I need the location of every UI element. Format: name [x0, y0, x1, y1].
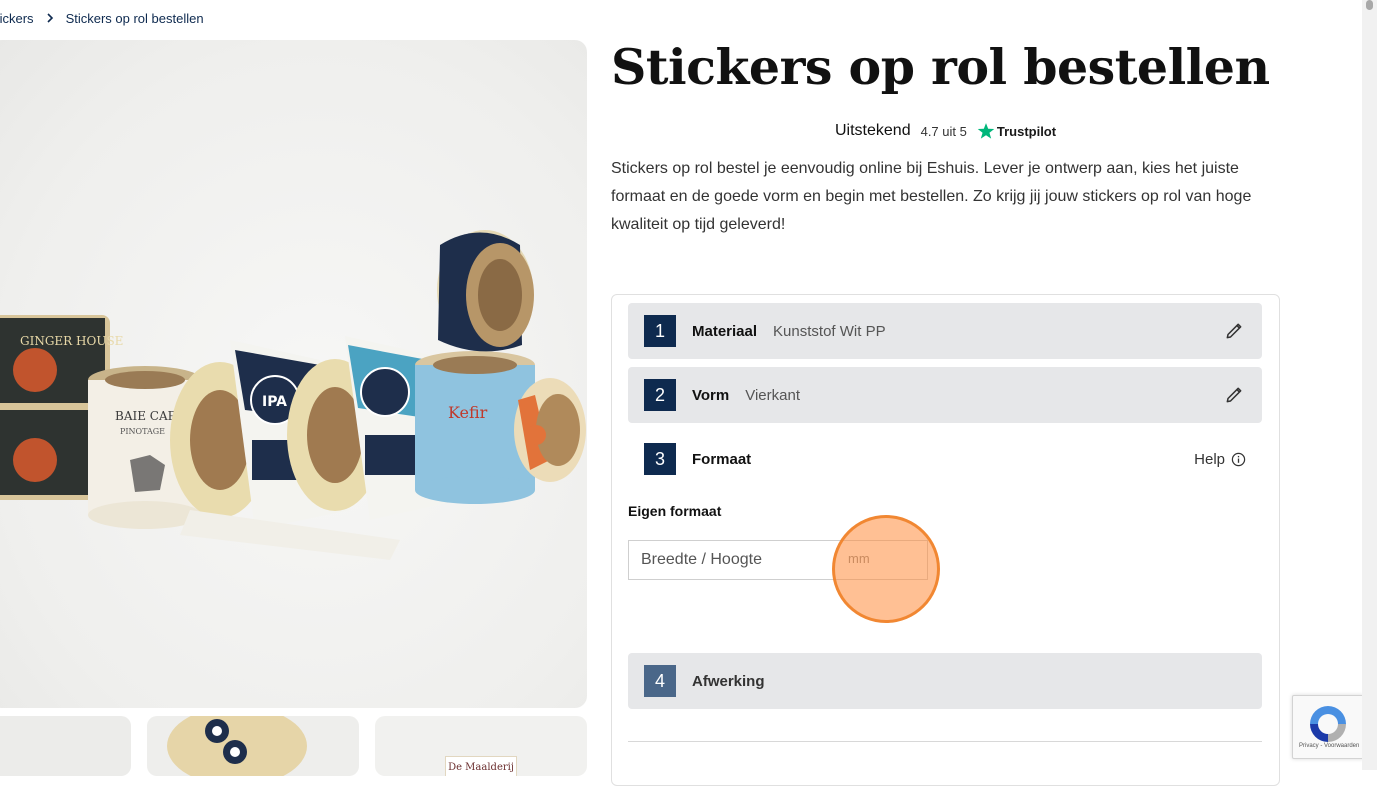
thumbnail-label: De Maalderij — [445, 756, 517, 776]
pencil-icon[interactable] — [1224, 385, 1244, 405]
star-icon — [977, 123, 995, 139]
thumbnail-2[interactable] — [147, 716, 359, 776]
kefir-label: Kefir — [448, 403, 488, 422]
step-number: 1 — [644, 315, 676, 347]
step-materiaal[interactable]: 1 Materiaal Kunststof Wit PP — [628, 303, 1262, 359]
step-value: Vierkant — [745, 386, 800, 404]
help-label: Help — [1194, 450, 1225, 468]
info-icon — [1231, 452, 1246, 466]
pencil-icon[interactable] — [1224, 321, 1244, 341]
product-description: Stickers op rol bestel je eenvoudig onli… — [611, 160, 1252, 233]
breadcrumb: tickers Stickers op rol bestellen — [0, 9, 204, 27]
thumbnail-roll-image — [167, 716, 307, 776]
step-number: 3 — [644, 443, 676, 475]
help-link[interactable]: Help — [1194, 431, 1246, 487]
page-scrollbar[interactable] — [1362, 0, 1377, 770]
rating-word: Uitstekend — [835, 122, 911, 139]
breadcrumb-link-stickers[interactable]: tickers — [0, 11, 34, 26]
divider — [628, 741, 1262, 742]
baie-cap-label: BAIE CAP — [115, 409, 176, 423]
ipa-label-1: IPA — [262, 394, 287, 410]
recaptcha-icon — [1310, 706, 1346, 742]
thumbnail-3[interactable]: De Maalderij — [375, 716, 587, 776]
custom-size-heading: Eigen formaat — [628, 503, 722, 519]
width-height-input[interactable] — [629, 540, 843, 580]
step-vorm[interactable]: 2 Vorm Vierkant — [628, 367, 1262, 423]
product-image[interactable]: GINGER HOUSE BAIE CAP PINOTAGE IPA Kefir — [0, 40, 587, 708]
step-value: Kunststof Wit PP — [773, 322, 886, 340]
recaptcha-links[interactable]: Privacy - Voorwaarden — [1299, 743, 1359, 749]
pinotage-label: PINOTAGE — [120, 427, 165, 436]
step-afwerking[interactable]: 4 Afwerking — [628, 653, 1262, 709]
rating-score: 4.7 uit 5 — [920, 123, 967, 139]
step-label: Afwerking — [692, 672, 765, 690]
click-marker — [832, 515, 940, 623]
thumbnail-1[interactable] — [0, 716, 131, 776]
breadcrumb-current: Stickers op rol bestellen — [65, 10, 204, 26]
step-label: Formaat — [692, 450, 752, 468]
step-number: 4 — [644, 665, 676, 697]
step-label: Vorm — [692, 386, 730, 404]
sticker-rolls-illustration: GINGER HOUSE BAIE CAP PINOTAGE IPA Kefir — [0, 230, 586, 560]
trustpilot-logo: Trustpilot — [977, 122, 1056, 140]
step-label: Materiaal — [692, 322, 758, 340]
scrollbar-thumb[interactable] — [1366, 0, 1373, 10]
recaptcha-badge[interactable]: Privacy - Voorwaarden — [1292, 695, 1364, 759]
trustpilot-rating[interactable]: Uitstekend 4.7 uit 5 Trustpilot — [835, 120, 1056, 142]
ginger-house-label: GINGER HOUSE — [20, 334, 123, 348]
chevron-right-icon — [40, 11, 60, 26]
page-title: Stickers op rol bestellen — [611, 38, 1270, 96]
trustpilot-text: Trustpilot — [996, 123, 1057, 139]
step-formaat[interactable]: 3 Formaat Help — [628, 431, 1262, 487]
step-number: 2 — [644, 379, 676, 411]
